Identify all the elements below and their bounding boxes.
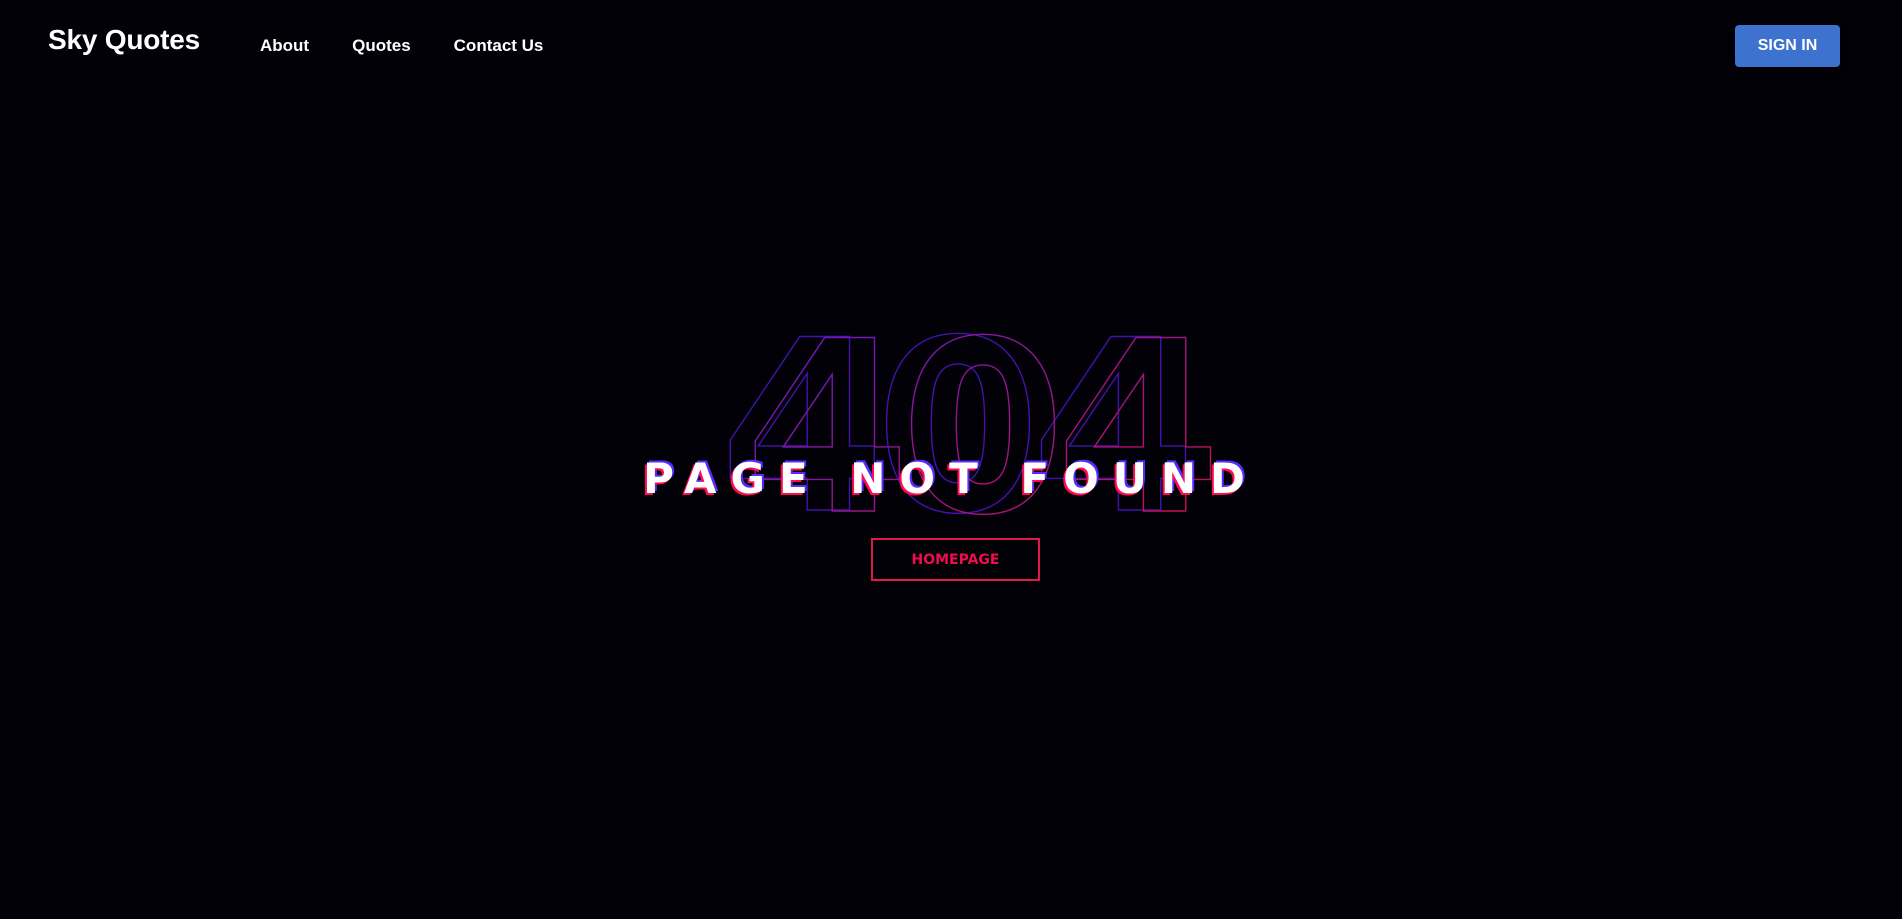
top-navbar: Sky Quotes About Quotes Contact Us SIGN … [0, 0, 1902, 92]
nav-link-about[interactable]: About [260, 36, 309, 56]
page-not-found-heading: PAGE NOT FOUND [643, 454, 1259, 503]
nav-link-contact[interactable]: Contact Us [454, 36, 544, 56]
main-nav: About Quotes Contact Us [260, 36, 586, 56]
nav-link-quotes[interactable]: Quotes [352, 36, 411, 56]
homepage-button[interactable]: HOMEPAGE [871, 538, 1040, 581]
sign-in-button[interactable]: SIGN IN [1735, 25, 1840, 67]
brand-logo[interactable]: Sky Quotes [48, 24, 200, 56]
not-found-section: 404 404 PAGE NOT FOUND HOMEPAGE [0, 330, 1902, 590]
